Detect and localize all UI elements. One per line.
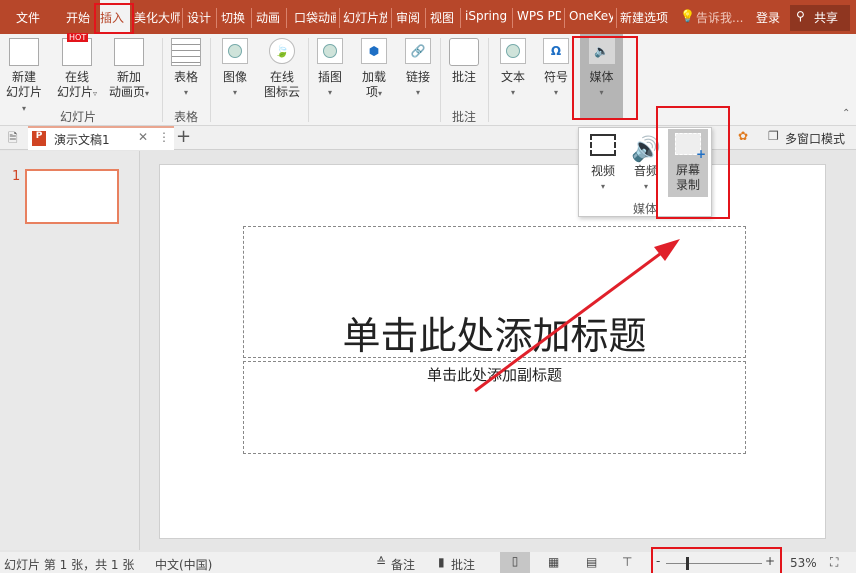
comment-icon: ▮	[438, 555, 445, 569]
comments-button[interactable]: 批注	[451, 556, 475, 573]
slide-info: 幻灯片 第 1 张，共 1 张	[4, 558, 135, 572]
slide-sorter-button[interactable]: ▦	[548, 555, 559, 569]
zoom-level[interactable]: 53%	[790, 556, 817, 570]
annotation-arrow	[474, 239, 680, 393]
language[interactable]: 中文(中国)	[155, 556, 212, 573]
notes-icon: ≙	[376, 555, 387, 569]
arrow-head	[654, 239, 680, 261]
slideshow-button[interactable]: ⊤	[622, 555, 632, 569]
fit-to-window-icon[interactable]: ⛶	[830, 555, 838, 570]
arrow-shaft	[474, 246, 669, 393]
reading-view-button[interactable]: ▤	[586, 555, 597, 569]
highlight-zoom	[651, 547, 782, 573]
normal-view-button[interactable]: ▯	[500, 552, 530, 573]
notes-button[interactable]: 备注	[391, 556, 415, 573]
